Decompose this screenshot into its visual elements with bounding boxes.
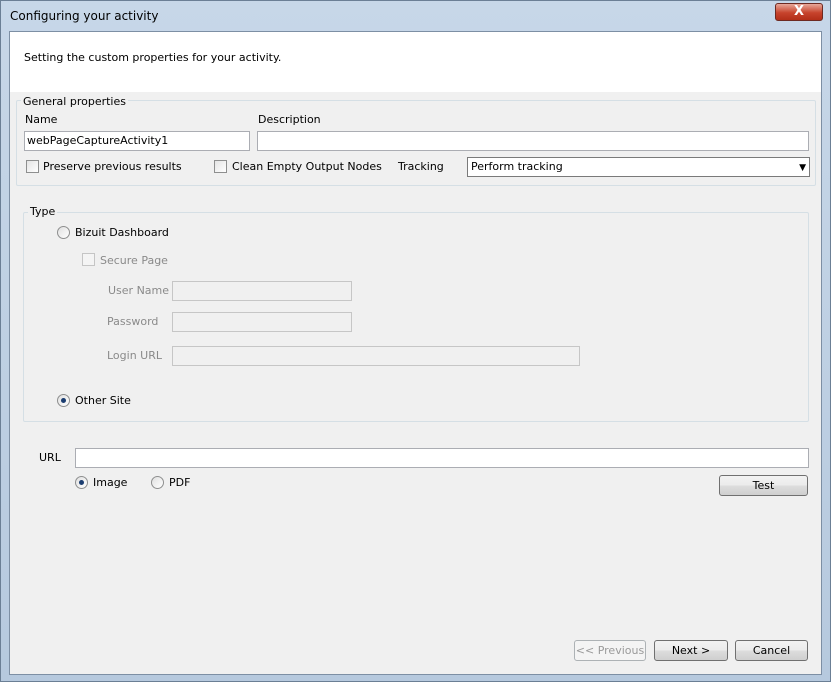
close-icon: X [793,4,805,19]
type-group-title: Type [28,205,58,218]
password-label: Password [107,315,159,328]
test-button[interactable]: Test [719,475,808,496]
bizuit-dashboard-radio[interactable] [57,226,70,239]
image-label: Image [93,476,128,489]
name-input[interactable]: webPageCaptureActivity1 [24,131,250,151]
title-bar[interactable]: Configuring your activity X [1,1,830,31]
clean-empty-output-checkbox[interactable] [214,160,227,173]
url-input[interactable] [75,448,809,468]
description-input[interactable] [257,131,809,151]
login-url-input[interactable] [172,346,580,366]
dialog-window: Configuring your activity X Setting the … [0,0,831,682]
other-site-label: Other Site [75,394,131,407]
preserve-results-checkbox[interactable] [26,160,39,173]
password-input[interactable] [172,312,352,332]
name-label: Name [25,113,58,126]
close-button[interactable]: X [775,3,823,21]
preserve-results-label: Preserve previous results [43,160,182,173]
pdf-label: PDF [169,476,191,489]
username-input[interactable] [172,281,352,301]
username-label: User Name [108,284,170,297]
tracking-label: Tracking [398,160,444,173]
general-properties-title: General properties [21,95,128,108]
secure-page-checkbox[interactable] [82,253,95,266]
next-button[interactable]: Next > [654,640,728,661]
previous-button[interactable]: << Previous [574,640,646,661]
tracking-select[interactable]: Perform tracking ▼ [467,157,810,177]
clean-empty-output-label: Clean Empty Output Nodes [232,160,382,173]
other-site-radio[interactable] [57,394,70,407]
cancel-button[interactable]: Cancel [735,640,808,661]
header-description: Setting the custom properties for your a… [24,51,282,64]
header-band: Setting the custom properties for your a… [10,32,821,92]
description-label: Description [258,113,321,126]
login-url-label: Login URL [107,349,162,362]
dropdown-arrow-icon: ▼ [799,163,806,173]
window-title: Configuring your activity [10,9,159,23]
dialog-body: Setting the custom properties for your a… [9,31,822,675]
tracking-select-value: Perform tracking [471,160,563,173]
url-label: URL [39,451,61,464]
secure-page-label: Secure Page [100,254,168,267]
pdf-radio[interactable] [151,476,164,489]
image-radio[interactable] [75,476,88,489]
bizuit-dashboard-label: Bizuit Dashboard [75,226,169,239]
